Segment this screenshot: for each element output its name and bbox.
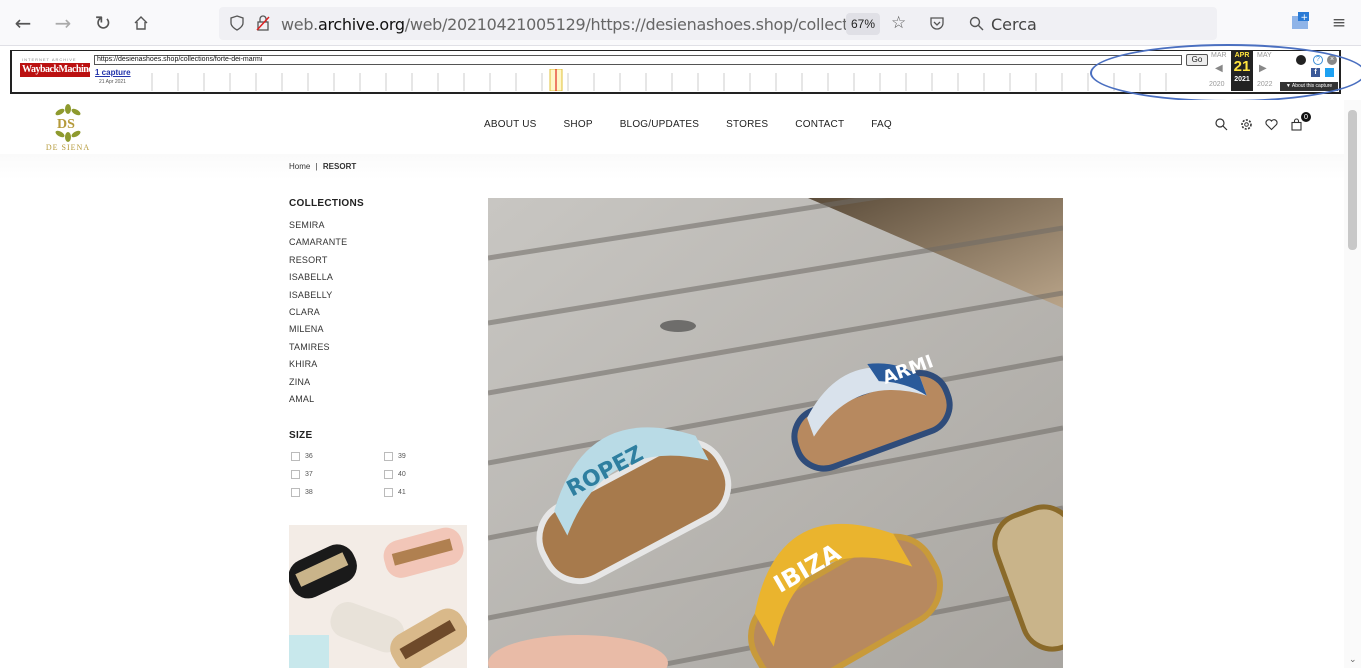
nav-about-us[interactable]: ABOUT US <box>484 119 537 130</box>
collection-clara[interactable]: CLARA <box>289 304 469 321</box>
bookmark-star-icon[interactable]: ☆ <box>891 13 906 33</box>
size-checkbox[interactable] <box>384 452 393 461</box>
facebook-icon[interactable]: f <box>1311 68 1320 77</box>
calendar-navigator: MAR MAY ◀ ▶ 2020 2022 APR 21 2021 <box>1209 51 1277 91</box>
collection-tamires[interactable]: TAMIRES <box>289 339 469 356</box>
nav-blog-updates[interactable]: BLOG/UPDATES <box>620 119 699 130</box>
forward-arrow-icon[interactable]: → <box>50 10 76 36</box>
captures-link[interactable]: 1 capture <box>95 68 131 77</box>
url-text[interactable]: web.archive.org/web/20210421005129/https… <box>281 15 853 34</box>
help-icon[interactable]: ? <box>1313 55 1323 65</box>
collection-semira[interactable]: SEMIRA <box>289 217 469 234</box>
size-checkbox[interactable] <box>384 470 393 479</box>
size-option-36[interactable]: 36 <box>291 452 313 461</box>
size-option-38[interactable]: 38 <box>291 488 313 497</box>
scroll-down-arrow-icon[interactable]: ⌄ <box>1349 654 1357 665</box>
wayback-toolbar: INTERNET ARCHIVE WaybackMachine https://… <box>10 50 1341 94</box>
collection-amal[interactable]: AMAL <box>289 391 469 408</box>
nav-shop[interactable]: SHOP <box>564 119 593 130</box>
collection-khira[interactable]: KHIRA <box>289 356 469 373</box>
close-icon[interactable]: × <box>1327 55 1337 65</box>
wayback-go-button[interactable]: Go <box>1186 54 1208 66</box>
account-icon[interactable] <box>1296 55 1306 65</box>
collection-camarante[interactable]: CAMARANTE <box>289 234 469 251</box>
site-header: DS DE SIENA ABOUT US SHOP BLOG/UPDATES S… <box>0 100 1344 154</box>
size-checkbox[interactable] <box>291 488 300 497</box>
current-capture-day: APR 21 2021 <box>1231 51 1253 91</box>
wayback-logo[interactable]: INTERNET ARCHIVE WaybackMachine <box>20 57 100 87</box>
back-arrow-icon[interactable]: ← <box>10 10 36 36</box>
insecure-lock-icon[interactable] <box>255 15 271 31</box>
heart-icon[interactable] <box>1265 118 1278 131</box>
site-logo[interactable]: DS DE SIENA <box>36 103 100 153</box>
collections-list: SEMIRA CAMARANTE RESORT ISABELLA ISABELL… <box>289 217 469 408</box>
prev-month-link[interactable]: MAR <box>1211 52 1227 59</box>
size-option-39[interactable]: 39 <box>384 452 406 461</box>
collections-sidebar: COLLECTIONS SEMIRA CAMARANTE RESORT ISAB… <box>289 198 469 497</box>
capture-timeline[interactable] <box>150 69 1186 91</box>
prev-year-link[interactable]: 2020 <box>1209 81 1225 88</box>
nav-stores[interactable]: STORES <box>726 119 768 130</box>
collection-resort[interactable]: RESORT <box>289 252 469 269</box>
nav-faq[interactable]: FAQ <box>871 119 892 130</box>
cart-count-badge: 0 <box>1301 112 1311 122</box>
size-checkbox[interactable] <box>291 470 300 479</box>
svg-text:+: + <box>1301 13 1309 23</box>
main-navigation: ABOUT US SHOP BLOG/UPDATES STORES CONTAC… <box>484 119 919 130</box>
reload-icon[interactable]: ↻ <box>90 10 116 36</box>
about-capture-button[interactable]: ▼ About this capture <box>1280 82 1338 91</box>
gear-icon[interactable] <box>1240 118 1253 131</box>
extension-icon[interactable]: + <box>1290 11 1312 31</box>
home-icon[interactable] <box>128 10 154 36</box>
collection-milena[interactable]: MILENA <box>289 321 469 338</box>
next-month-link[interactable]: MAY <box>1257 52 1272 59</box>
side-promo-image[interactable] <box>289 525 467 668</box>
header-icons: 0 <box>1215 112 1311 131</box>
collection-isabella[interactable]: ISABELLA <box>289 269 469 286</box>
next-arrow-icon[interactable]: ▶ <box>1259 63 1267 74</box>
pocket-icon[interactable] <box>929 15 945 31</box>
size-option-41[interactable]: 41 <box>384 488 406 497</box>
breadcrumb-band <box>0 154 1344 180</box>
size-option-37[interactable]: 37 <box>291 470 313 479</box>
address-bar[interactable]: web.archive.org/web/20210421005129/https… <box>219 7 1217 40</box>
svg-text:DS: DS <box>57 117 75 132</box>
wayback-url-input[interactable]: https://desienashoes.shop/collections/fo… <box>94 55 1182 65</box>
collection-zina[interactable]: ZINA <box>289 374 469 391</box>
collection-isabelly[interactable]: ISABELLY <box>289 287 469 304</box>
capture-date: 21 Apr 2021 <box>99 79 126 85</box>
size-heading: SIZE <box>289 430 313 441</box>
menu-hamburger-icon[interactable]: ≡ <box>1326 10 1352 36</box>
zoom-level-badge[interactable]: 67% <box>846 13 880 35</box>
browser-toolbar: ← → ↻ web.archive.org/web/20210421005129… <box>0 0 1361 46</box>
nav-contact[interactable]: CONTACT <box>795 119 844 130</box>
twitter-icon[interactable] <box>1325 68 1334 77</box>
search-icon <box>969 16 984 31</box>
search-icon[interactable] <box>1215 118 1228 131</box>
size-option-40[interactable]: 40 <box>384 470 406 479</box>
breadcrumb-home[interactable]: Home <box>289 162 310 171</box>
size-checkbox[interactable] <box>384 488 393 497</box>
size-checkbox[interactable] <box>291 452 300 461</box>
scrollbar-thumb[interactable] <box>1348 110 1357 250</box>
next-year-link[interactable]: 2022 <box>1257 81 1273 88</box>
shield-icon[interactable] <box>229 15 245 31</box>
breadcrumb: Home | RESORT <box>289 162 356 171</box>
search-field[interactable]: Cerca <box>991 15 1037 34</box>
prev-arrow-icon[interactable]: ◀ <box>1215 63 1223 74</box>
breadcrumb-separator: | <box>315 162 318 171</box>
breadcrumb-current: RESORT <box>322 162 357 171</box>
collections-heading: COLLECTIONS <box>289 198 364 209</box>
hero-image[interactable]: ARMI ROPEZ IBIZA <box>488 198 1063 668</box>
